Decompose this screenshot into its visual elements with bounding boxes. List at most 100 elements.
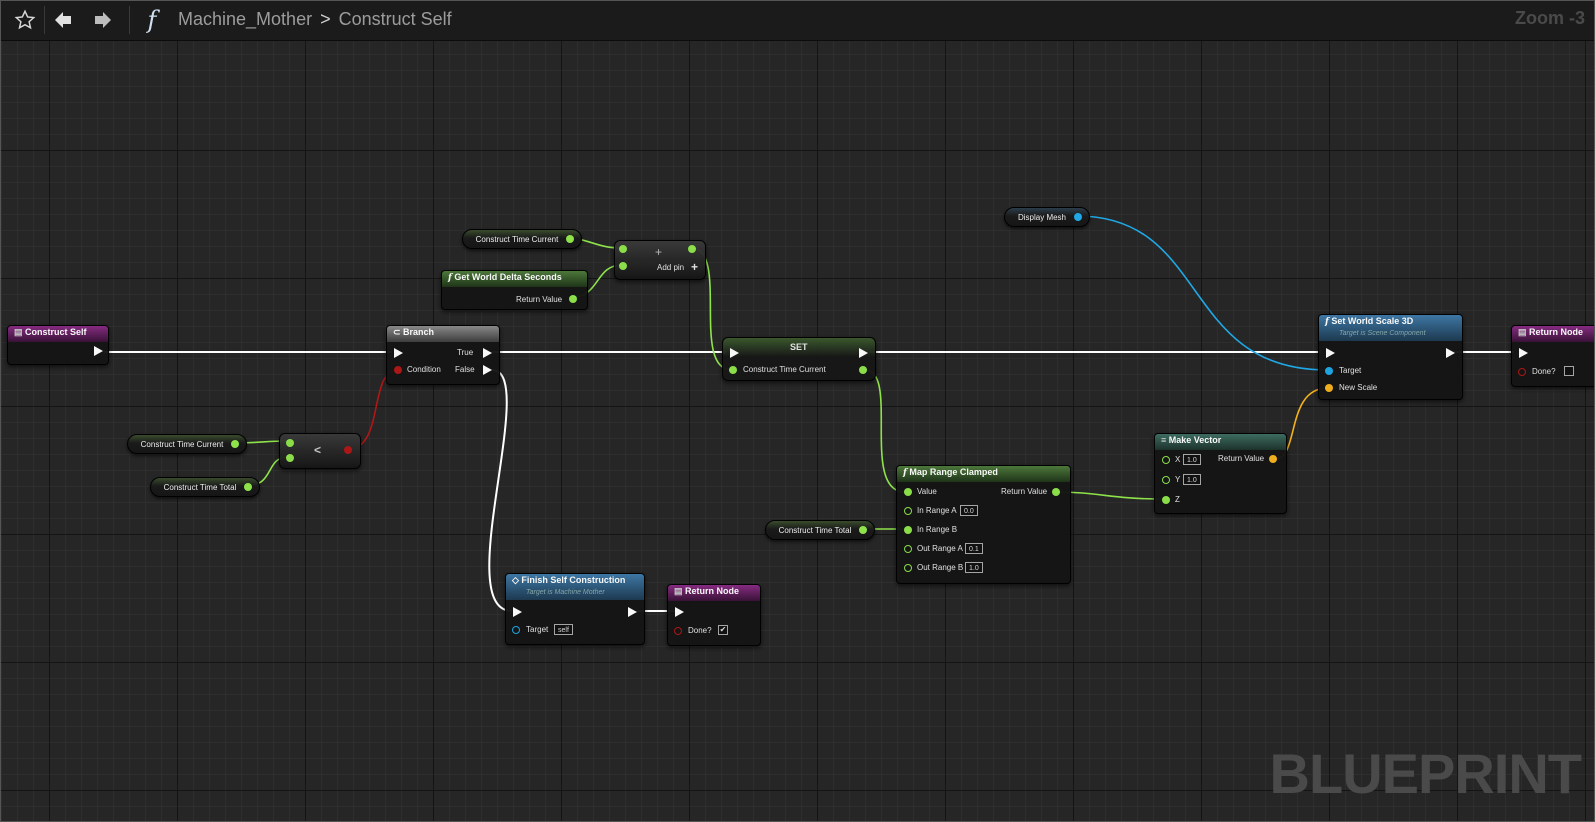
input-a-pin[interactable] xyxy=(619,245,627,253)
y-field[interactable]: 1.0 xyxy=(1183,474,1201,485)
pin-label-y: Y xyxy=(1175,475,1181,484)
function-icon: f xyxy=(903,468,907,478)
node-return-mid[interactable]: ▤ Return Node Done? ✔ xyxy=(667,584,761,646)
input-pin[interactable] xyxy=(729,366,737,374)
input-a-pin[interactable] xyxy=(286,439,294,447)
pin-label-in-range-a: In Range A xyxy=(917,506,957,515)
exec-true-pin[interactable] xyxy=(483,348,492,358)
value-pin[interactable] xyxy=(904,488,912,496)
exec-in-pin[interactable] xyxy=(1326,348,1335,358)
zoom-level: Zoom -3 xyxy=(1515,8,1585,28)
var-construct-time-current-top[interactable]: Construct Time Current xyxy=(462,229,582,249)
done-checkbox[interactable]: ✔ xyxy=(718,625,728,635)
node-title: ▤ Construct Self xyxy=(8,326,108,342)
node-return-right[interactable]: ▤ Return Node Done? xyxy=(1511,325,1595,387)
exec-in-pin[interactable] xyxy=(394,348,403,358)
add-pin-label[interactable]: Add pin xyxy=(657,263,684,272)
in-range-b-pin[interactable] xyxy=(904,526,912,534)
node-title: f Set World Scale 3D xyxy=(1319,315,1462,341)
z-pin[interactable] xyxy=(1162,496,1170,504)
out-range-b-field[interactable]: 1.0 xyxy=(965,562,983,573)
var-construct-time-current[interactable]: Construct Time Current xyxy=(127,434,247,454)
breadcrumb-parent[interactable]: Machine_Mother xyxy=(178,9,312,29)
exec-in-pin[interactable] xyxy=(730,348,739,358)
exec-out-pin[interactable] xyxy=(628,607,637,617)
output-pin[interactable] xyxy=(566,235,574,243)
pin-label-new-scale: New Scale xyxy=(1339,383,1378,392)
out-range-a-field[interactable]: 0.1 xyxy=(965,543,983,554)
exec-in-pin[interactable] xyxy=(675,607,684,617)
chevron-right-icon: > xyxy=(320,9,331,29)
node-map-range-clamped[interactable]: f Map Range Clamped Value Return Value I… xyxy=(896,465,1071,584)
return-value-pin[interactable] xyxy=(1052,488,1060,496)
output-pin[interactable] xyxy=(231,440,239,448)
input-b-pin[interactable] xyxy=(619,262,627,270)
output-pin[interactable] xyxy=(859,366,867,374)
node-get-world-delta-seconds[interactable]: f Get World Delta Seconds Return Value xyxy=(441,270,588,310)
done-pin[interactable] xyxy=(1518,368,1526,376)
input-b-pin[interactable] xyxy=(286,454,294,462)
output-pin[interactable] xyxy=(859,526,867,534)
pin-label-return: Return Value xyxy=(1218,454,1265,463)
vector-icon: ≡ xyxy=(1161,435,1169,445)
exec-out-pin[interactable] xyxy=(94,346,103,356)
function-icon: f xyxy=(147,6,157,34)
out-range-a-pin[interactable] xyxy=(904,545,912,553)
var-construct-time-total-mid[interactable]: Construct Time Total xyxy=(765,520,875,540)
node-set[interactable]: SET Construct Time Current xyxy=(722,337,876,381)
done-checkbox[interactable] xyxy=(1564,366,1574,376)
in-range-a-field[interactable]: 0.0 xyxy=(960,505,978,516)
node-set-world-scale-3d[interactable]: f Set World Scale 3D Target is Scene Com… xyxy=(1318,314,1463,400)
data-wire xyxy=(1054,491,1164,500)
node-subtitle: Target is Scene Component xyxy=(1339,330,1426,337)
result-pin[interactable] xyxy=(344,446,352,454)
back-arrow-icon[interactable] xyxy=(50,6,76,34)
output-pin[interactable] xyxy=(244,483,252,491)
y-pin[interactable] xyxy=(1162,476,1170,484)
forward-arrow-icon[interactable] xyxy=(90,6,116,34)
var-construct-time-total[interactable]: Construct Time Total xyxy=(150,477,260,497)
in-range-a-pin[interactable] xyxy=(904,507,912,515)
node-title: f Map Range Clamped xyxy=(897,466,1070,482)
return-value-pin[interactable] xyxy=(569,295,577,303)
target-field[interactable]: self xyxy=(554,624,573,635)
wires-layer xyxy=(104,215,1514,612)
node-construct-self[interactable]: ▤ Construct Self xyxy=(7,325,109,365)
node-branch[interactable]: ⊂ Branch True Condition False xyxy=(386,325,500,385)
node-title: ▤ Return Node xyxy=(1512,326,1595,342)
add-pin-icon[interactable]: + xyxy=(691,260,698,274)
breadcrumb: Machine_Mother > Construct Self xyxy=(178,9,452,30)
exec-in-pin[interactable] xyxy=(513,607,522,617)
x-pin[interactable] xyxy=(1162,456,1170,464)
operator-label: < xyxy=(314,443,322,457)
node-less-than[interactable]: < xyxy=(279,433,361,469)
var-display-mesh[interactable]: Display Mesh xyxy=(1004,207,1090,227)
done-pin[interactable] xyxy=(674,627,682,635)
node-title: ⊂ Branch xyxy=(387,326,499,342)
return-value-pin[interactable] xyxy=(1269,455,1277,463)
pin-label-in-range-b: In Range B xyxy=(917,525,958,534)
exec-out-pin[interactable] xyxy=(1446,348,1455,358)
toolbar: f Machine_Mother > Construct Self Zoom -3 xyxy=(0,0,1595,41)
exec-in-pin[interactable] xyxy=(1519,348,1528,358)
node-make-vector[interactable]: ≡ Make Vector X 1.0 Return Value Y 1.0 Z xyxy=(1154,433,1287,514)
condition-pin[interactable] xyxy=(394,366,402,374)
exec-out-pin[interactable] xyxy=(859,348,868,358)
node-subtitle: Target is Machine Mother xyxy=(526,589,605,596)
new-scale-pin[interactable] xyxy=(1325,384,1333,392)
target-pin[interactable] xyxy=(1325,367,1333,375)
node-finish-self-construction[interactable]: ◇ Finish Self Construction Target is Mac… xyxy=(505,573,645,645)
pin-label-condition: Condition xyxy=(407,365,441,374)
target-pin[interactable] xyxy=(512,626,520,634)
node-title: ▤ Return Node xyxy=(668,585,760,601)
out-range-b-pin[interactable] xyxy=(904,564,912,572)
result-pin[interactable] xyxy=(688,245,696,253)
star-icon[interactable] xyxy=(12,6,38,34)
node-add[interactable]: + Add pin + xyxy=(614,240,706,280)
pin-label-value: Value xyxy=(917,487,937,496)
x-field[interactable]: 1.0 xyxy=(1183,454,1201,465)
exec-false-pin[interactable] xyxy=(483,365,492,375)
pin-label-return: Return Value xyxy=(1001,487,1048,496)
output-pin[interactable] xyxy=(1074,213,1082,221)
breadcrumb-current: Construct Self xyxy=(338,9,452,29)
